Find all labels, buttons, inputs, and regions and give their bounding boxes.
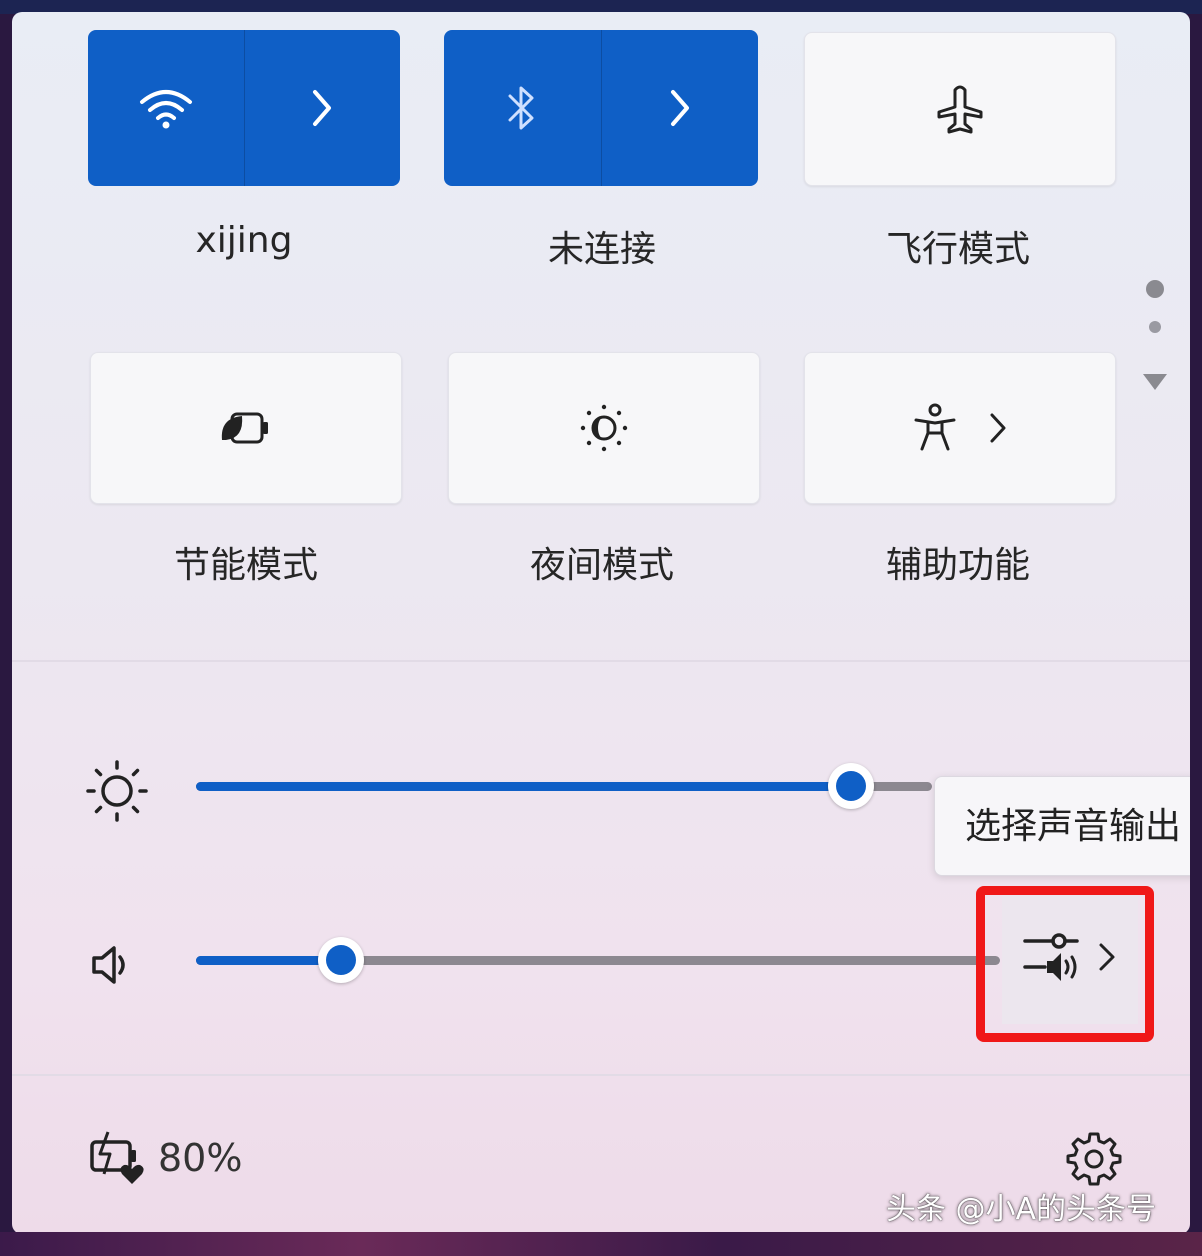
airplane-mode-tile[interactable] (804, 32, 1116, 186)
wifi-icon (139, 90, 192, 129)
chevron-right-icon (313, 90, 332, 126)
bluetooth-tile (444, 30, 758, 186)
brightness-slider-fill (196, 782, 852, 791)
chevron-right-icon (990, 413, 1006, 443)
battery-charging-icon[interactable] (88, 1130, 152, 1186)
airplane-icon (937, 85, 983, 134)
bluetooth-label: 未连接 (547, 229, 656, 270)
quick-settings-panel: xijing 未连接 飞行模式 节能模式 夜间模式 辅助功能 选择声音输出 80… (12, 12, 1190, 1234)
scroll-down-icon[interactable] (1140, 370, 1170, 394)
accessibility-icon (914, 403, 956, 451)
battery-saver-label: 节能模式 (173, 545, 318, 586)
battery-saver-icon (221, 412, 268, 444)
airplane-mode-label: 飞行模式 (885, 229, 1030, 270)
audio-output-highlight-box (976, 886, 1154, 1042)
footer-divider (12, 1074, 1190, 1076)
accessibility-tile[interactable] (804, 352, 1116, 504)
page-indicator-current[interactable] (1146, 280, 1164, 298)
watermark-text: 头条 @小A的头条号 (886, 1192, 1157, 1227)
page-indicator-dot[interactable] (1149, 321, 1161, 333)
night-light-label: 夜间模式 (529, 545, 674, 586)
section-divider (12, 660, 1190, 662)
bluetooth-icon (508, 86, 534, 130)
battery-saver-tile[interactable] (90, 352, 402, 504)
volume-slider-thumb[interactable] (317, 937, 364, 983)
brightness-slider-thumb[interactable] (828, 763, 875, 809)
wifi-expand-button[interactable] (245, 30, 401, 186)
bluetooth-expand-button[interactable] (602, 30, 759, 186)
wifi-label: xijing (195, 220, 293, 261)
bluetooth-toggle[interactable] (444, 30, 601, 186)
brightness-icon (86, 760, 148, 822)
volume-icon[interactable] (88, 940, 138, 990)
accessibility-label: 辅助功能 (885, 545, 1030, 586)
desktop-wallpaper-strip (0, 1232, 1202, 1256)
battery-percentage[interactable]: 80% (158, 1136, 242, 1180)
night-light-tile[interactable] (448, 352, 760, 504)
wifi-toggle[interactable] (88, 30, 244, 186)
settings-gear-icon[interactable] (1066, 1130, 1122, 1186)
wifi-tile (88, 30, 400, 186)
night-light-icon (580, 404, 628, 452)
chevron-right-icon (670, 90, 689, 126)
audio-output-tooltip: 选择声音输出 (934, 776, 1190, 876)
